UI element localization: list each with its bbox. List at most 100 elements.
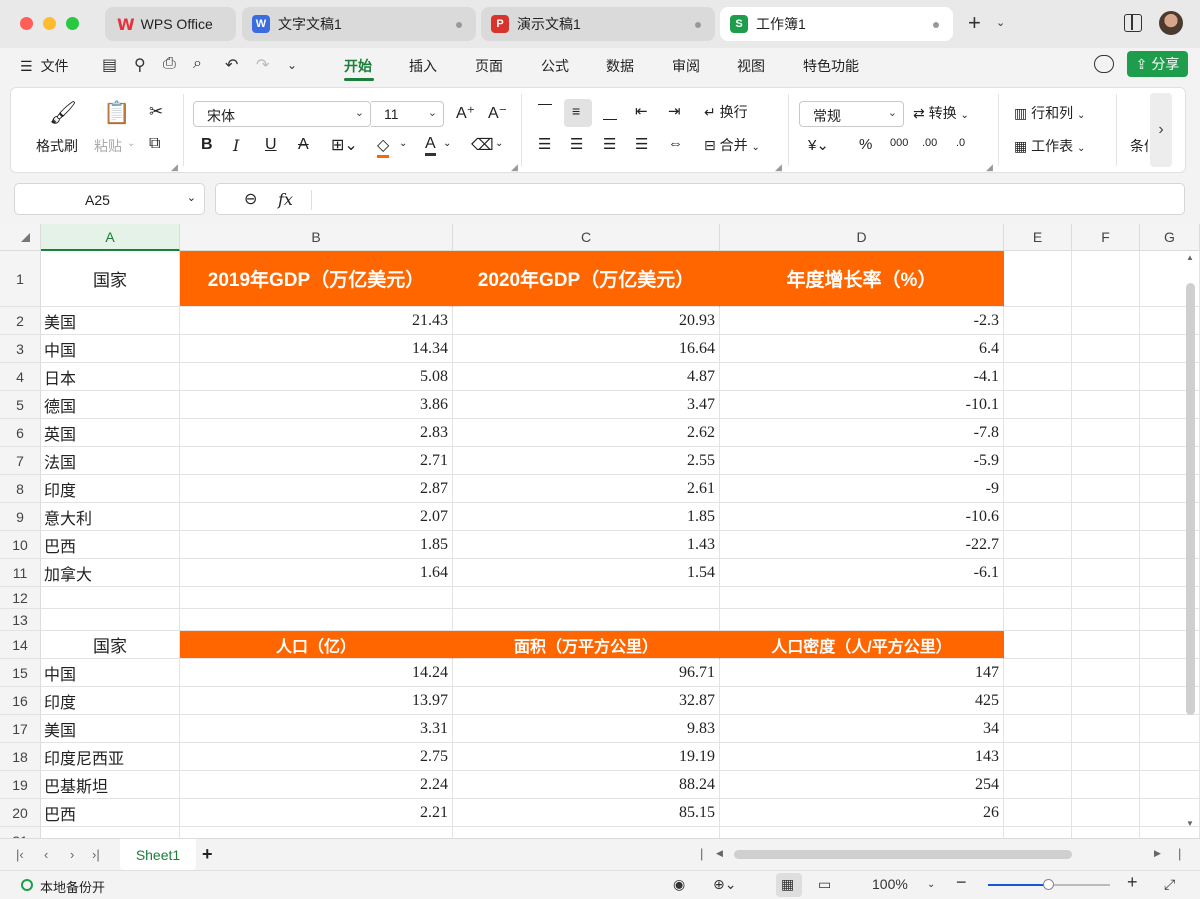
row-header[interactable]: 15 [0,659,41,687]
country-cell[interactable]: 印度 [41,687,180,715]
value-cell[interactable]: 9.83 [453,715,720,743]
cell[interactable] [180,827,453,838]
value-cell[interactable]: 147 [720,659,1004,687]
zoom-formula-icon[interactable]: ⊖ [244,189,257,209]
select-all-button[interactable] [0,224,41,251]
value-cell[interactable]: 2.71 [180,447,453,475]
country-cell[interactable]: 巴西 [41,531,180,559]
row-header[interactable]: 4 [0,363,41,391]
table-header-cell[interactable]: 人口（亿） [180,631,453,659]
value-cell[interactable]: 2.21 [180,799,453,827]
value-cell[interactable]: 14.34 [180,335,453,363]
zoom-in-icon[interactable]: + [1127,872,1138,893]
scroll-up-icon[interactable]: ▲ [1186,253,1194,262]
share-button[interactable]: ⇪ 分享 [1127,51,1188,77]
tab-close-dot[interactable] [456,22,462,28]
value-cell[interactable]: 143 [720,743,1004,771]
country-cell[interactable]: 意大利 [41,503,180,531]
value-cell[interactable]: -5.9 [720,447,1004,475]
dialog-launcher-icon[interactable]: ◢ [986,162,993,173]
tab-formulas[interactable]: 公式 [541,56,569,76]
cloud-icon[interactable] [1094,55,1114,73]
distribute-icon[interactable]: ⇔ [668,135,683,152]
value-cell[interactable]: 2.61 [453,475,720,503]
value-cell[interactable]: -9 [720,475,1004,503]
grid-options-icon[interactable]: ⊕⌄ [713,876,736,893]
country-cell[interactable]: 巴基斯坦 [41,771,180,799]
fill-color-icon[interactable]: ◇ [377,135,390,158]
value-cell[interactable]: -10.6 [720,503,1004,531]
cell[interactable] [1004,743,1072,771]
country-cell[interactable]: 法国 [41,447,180,475]
cell[interactable] [1004,609,1072,631]
insert-function-icon[interactable]: fx [278,190,293,209]
value-cell[interactable]: 88.24 [453,771,720,799]
thousands-separator-icon[interactable]: 000 [890,137,908,149]
cell[interactable] [1072,587,1140,609]
decrease-decimal-icon[interactable]: .0 [956,137,965,149]
format-painter-button[interactable]: 格式刷 [36,136,78,156]
column-header-c[interactable]: C [453,224,720,251]
value-cell[interactable]: 1.85 [453,503,720,531]
tab-close-dot[interactable] [695,22,701,28]
zoom-out-icon[interactable]: − [956,872,967,893]
currency-icon[interactable]: ¥⌄ [808,136,829,154]
row-header[interactable]: 10 [0,531,41,559]
backup-status-text[interactable]: 本地备份开 [40,877,105,896]
cell[interactable] [1072,687,1140,715]
increase-decimal-icon[interactable]: .00 [922,137,937,149]
cell[interactable] [1004,391,1072,419]
column-header-e[interactable]: E [1004,224,1072,251]
rows-columns-button[interactable]: ▥ 行和列 ⌄ [1014,103,1085,123]
value-cell[interactable]: 4.87 [453,363,720,391]
cell[interactable] [1072,251,1140,307]
cell[interactable] [1072,743,1140,771]
dialog-launcher-icon[interactable]: ◢ [171,162,178,173]
clear-format-icon[interactable]: ⌫ [471,135,494,155]
chevron-down-icon[interactable]: ⌄ [443,138,451,149]
cell[interactable] [1004,447,1072,475]
cell[interactable] [453,609,720,631]
eye-protection-icon[interactable]: ◉ [673,876,685,893]
value-cell[interactable]: 2.07 [180,503,453,531]
strikethrough-icon[interactable]: A [298,136,309,154]
value-cell[interactable]: -22.7 [720,531,1004,559]
align-left-icon[interactable]: ☰ [538,135,551,153]
value-cell[interactable]: 1.43 [453,531,720,559]
row-header[interactable]: 16 [0,687,41,715]
cell[interactable] [1004,715,1072,743]
value-cell[interactable]: 2.24 [180,771,453,799]
align-bottom-icon[interactable]: ⎽ [603,104,617,121]
value-cell[interactable]: -6.1 [720,559,1004,587]
value-cell[interactable]: -10.1 [720,391,1004,419]
value-cell[interactable]: 1.64 [180,559,453,587]
value-cell[interactable]: 3.86 [180,391,453,419]
cell[interactable] [1004,827,1072,838]
country-cell[interactable]: 美国 [41,307,180,335]
prev-sheet-icon[interactable]: ‹ [44,847,48,862]
table-header-cell[interactable]: 2020年GDP（万亿美元） [453,251,720,307]
country-cell[interactable]: 加拿大 [41,559,180,587]
decrease-font-icon[interactable]: A⁻ [488,103,507,123]
minimize-window-button[interactable] [43,17,56,30]
close-window-button[interactable] [20,17,33,30]
row-header[interactable]: 9 [0,503,41,531]
fullscreen-icon[interactable]: ⤢ [1164,876,1175,893]
value-cell[interactable]: 3.31 [180,715,453,743]
row-header[interactable]: 6 [0,419,41,447]
table-header-cell[interactable]: 国家 [41,251,180,307]
increase-font-icon[interactable]: A⁺ [456,103,475,123]
cell[interactable] [1004,631,1072,659]
chevron-down-icon[interactable]: ⌄ [399,138,407,149]
value-cell[interactable]: 254 [720,771,1004,799]
cell[interactable] [1004,419,1072,447]
justify-icon[interactable]: ☰ [635,135,648,153]
scroll-thumb[interactable] [1186,283,1195,715]
align-top-icon[interactable]: ⎺ [538,102,552,119]
tab-data[interactable]: 数据 [606,56,634,76]
country-cell[interactable]: 美国 [41,715,180,743]
cell[interactable] [1004,659,1072,687]
row-header[interactable]: 2 [0,307,41,335]
value-cell[interactable]: 13.97 [180,687,453,715]
row-header[interactable]: 14 [0,631,41,659]
